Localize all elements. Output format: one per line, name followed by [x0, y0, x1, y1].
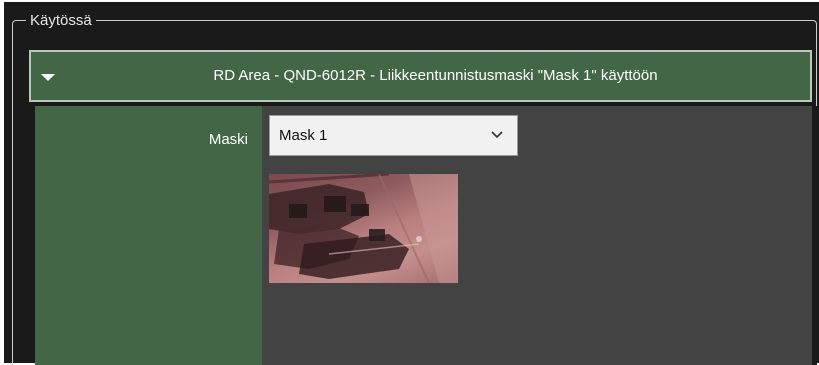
mask-enable-header[interactable]: RD Area - QND-6012R - Liikkeentunnistusm… [29, 50, 812, 102]
mask-label: Maski [208, 131, 248, 148]
label-panel: Maski [35, 106, 262, 365]
mask-select-value: Mask 1 [279, 127, 328, 144]
groupbox-legend: Käytössä [26, 12, 96, 30]
right-frame-edge [812, 106, 817, 365]
chevron-down-icon [491, 131, 503, 139]
camera-preview-thumbnail[interactable] [269, 174, 458, 283]
mask-select[interactable]: Mask 1 [269, 115, 518, 156]
header-title: RD Area - QND-6012R - Liikkeentunnistusm… [213, 67, 658, 84]
settings-window: Käytössä RD Area - QND-6012R - Liikkeent… [0, 0, 819, 365]
content-panel: Mask 1 [262, 106, 812, 365]
camera-scene-image [269, 174, 458, 283]
